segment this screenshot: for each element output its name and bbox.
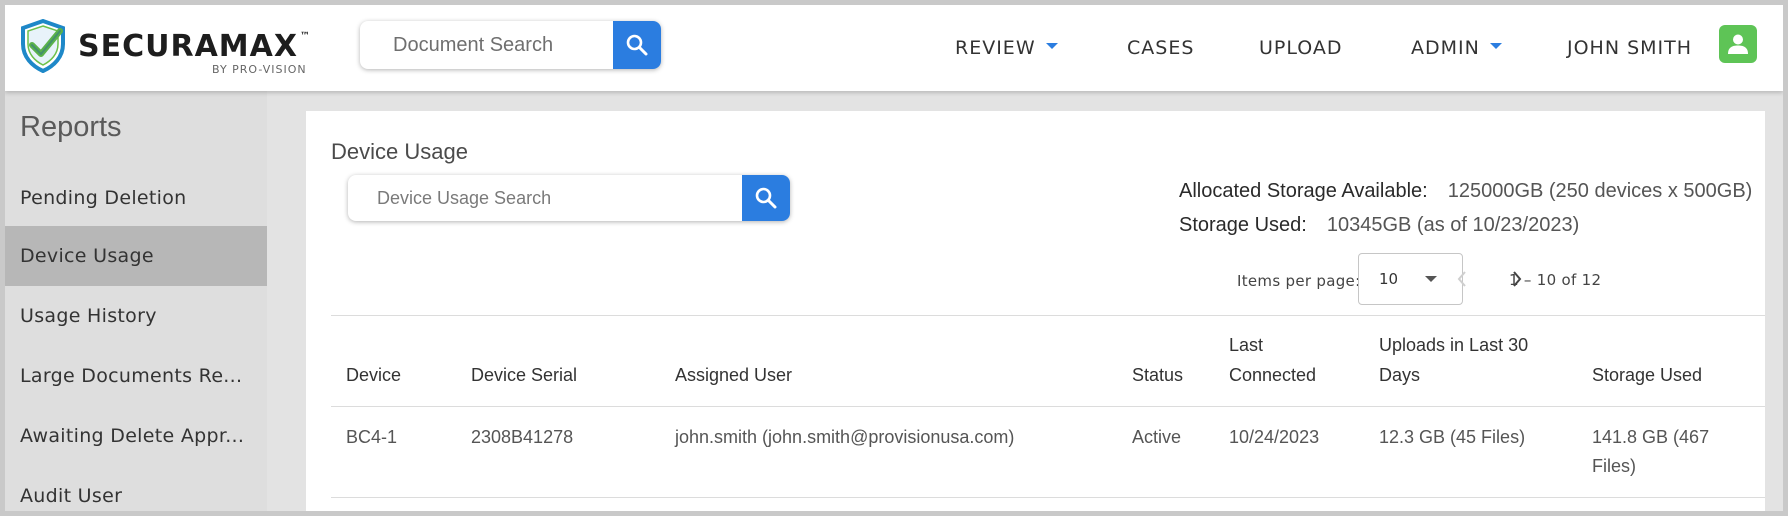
document-search-input[interactable] [360, 21, 608, 69]
divider [331, 406, 1765, 407]
reports-sidebar: Reports Pending Deletion Device Usage Us… [5, 91, 267, 516]
cell-storage-used: 141.8 GB (467 Files) [1592, 423, 1709, 481]
column-header-last-connected[interactable]: Last Connected [1229, 330, 1316, 390]
allocated-storage-line: Allocated Storage Available: 125000GB (25… [1179, 180, 1752, 203]
storage-used-line: Storage Used: 10345GB (as of 10/23/2023) [1179, 214, 1579, 237]
document-search-box [360, 21, 661, 69]
cell-device: BC4-1 [346, 427, 398, 447]
sidebar-item-awaiting-delete-approval[interactable]: Awaiting Delete Appr... [5, 406, 267, 466]
column-header-status[interactable]: Status [1132, 360, 1183, 390]
page-title: Device Usage [331, 139, 468, 164]
nav-upload-label: UPLOAD [1259, 37, 1343, 59]
search-icon [755, 187, 777, 209]
device-usage-search-input[interactable] [348, 175, 742, 221]
device-usage-search-button[interactable] [742, 175, 790, 221]
cell-status: Active [1132, 427, 1182, 447]
nav-admin[interactable]: ADMIN [1411, 5, 1502, 91]
nav-review-label: REVIEW [955, 37, 1036, 59]
chevron-right-icon [1513, 271, 1522, 287]
top-header: SECURAMAX™ BY PRO-VISION REVIEW CASES UP… [5, 5, 1783, 91]
cell-text: Files) [1592, 456, 1636, 476]
items-per-page-value: 10 [1379, 270, 1399, 288]
sidebar-title: Reports [20, 111, 122, 143]
divider [331, 315, 1765, 316]
logo-subtitle: BY PRO-VISION [212, 63, 307, 76]
cell-device-serial: 2308B41278 [471, 427, 574, 447]
column-header-storage-used[interactable]: Storage Used [1592, 360, 1702, 390]
sidebar-item-pending-deletion[interactable]: Pending Deletion [5, 168, 267, 228]
nav-cases-label: CASES [1127, 37, 1195, 59]
nav-user-name[interactable]: JOHN SMITH [1567, 5, 1692, 91]
column-header-uploads-last-30-days[interactable]: Uploads in Last 30 Days [1379, 330, 1528, 390]
user-name-label: JOHN SMITH [1567, 37, 1693, 59]
allocated-storage-value: 125000GB (250 devices x 500GB) [1447, 180, 1753, 202]
column-header-device-serial[interactable]: Device Serial [471, 360, 577, 390]
divider [331, 497, 1765, 498]
sidebar-item-device-usage[interactable]: Device Usage [5, 226, 267, 286]
column-header-text: Connected [1229, 365, 1317, 385]
storage-used-label: Storage Used: [1179, 214, 1307, 236]
cell-uploads: 12.3 GB (45 Files) [1379, 427, 1526, 447]
user-avatar-button[interactable] [1719, 25, 1757, 63]
securamax-logo[interactable]: SECURAMAX ™ BY PRO-VISION [20, 19, 350, 79]
column-header-text: Days [1379, 365, 1421, 385]
caret-down-icon [1425, 276, 1437, 282]
nav-admin-label: ADMIN [1411, 37, 1480, 59]
column-header-text: Last [1229, 335, 1264, 355]
column-header-text: Uploads in Last 30 [1379, 335, 1529, 355]
storage-used-value: 10345GB (as of 10/23/2023) [1326, 214, 1580, 236]
logo-wordmark: SECURAMAX ™ [78, 29, 311, 64]
shield-check-logo-icon [21, 19, 65, 73]
cell-text: 141.8 GB (467 [1592, 427, 1710, 447]
search-icon [626, 34, 648, 56]
sidebar-item-large-documents[interactable]: Large Documents Re... [5, 346, 267, 406]
chevron-left-icon [1457, 271, 1466, 287]
caret-down-icon [1489, 43, 1502, 49]
items-per-page-label: Items per page: [1237, 272, 1361, 290]
cell-assigned-user: john.smith (john.smith@provisionusa.com) [675, 427, 1015, 447]
user-icon [1728, 34, 1748, 54]
nav-review[interactable]: REVIEW [955, 5, 1058, 91]
next-page-button[interactable] [1499, 261, 1535, 297]
nav-cases[interactable]: CASES [1127, 5, 1194, 91]
device-usage-search-box [348, 175, 790, 221]
sidebar-item-usage-history[interactable]: Usage History [5, 286, 267, 346]
allocated-storage-label: Allocated Storage Available: [1179, 180, 1428, 202]
cell-last-connected: 10/24/2023 [1229, 427, 1320, 447]
column-header-device[interactable]: Device [346, 360, 401, 390]
document-search-button[interactable] [613, 21, 661, 69]
column-header-assigned-user[interactable]: Assigned User [675, 360, 792, 390]
previous-page-button[interactable] [1444, 261, 1480, 297]
sidebar-item-audit-user[interactable]: Audit User [5, 466, 267, 516]
nav-upload[interactable]: UPLOAD [1259, 5, 1343, 91]
caret-down-icon [1045, 43, 1058, 49]
device-usage-panel: Device Usage Allocated Storage Available… [306, 111, 1765, 516]
